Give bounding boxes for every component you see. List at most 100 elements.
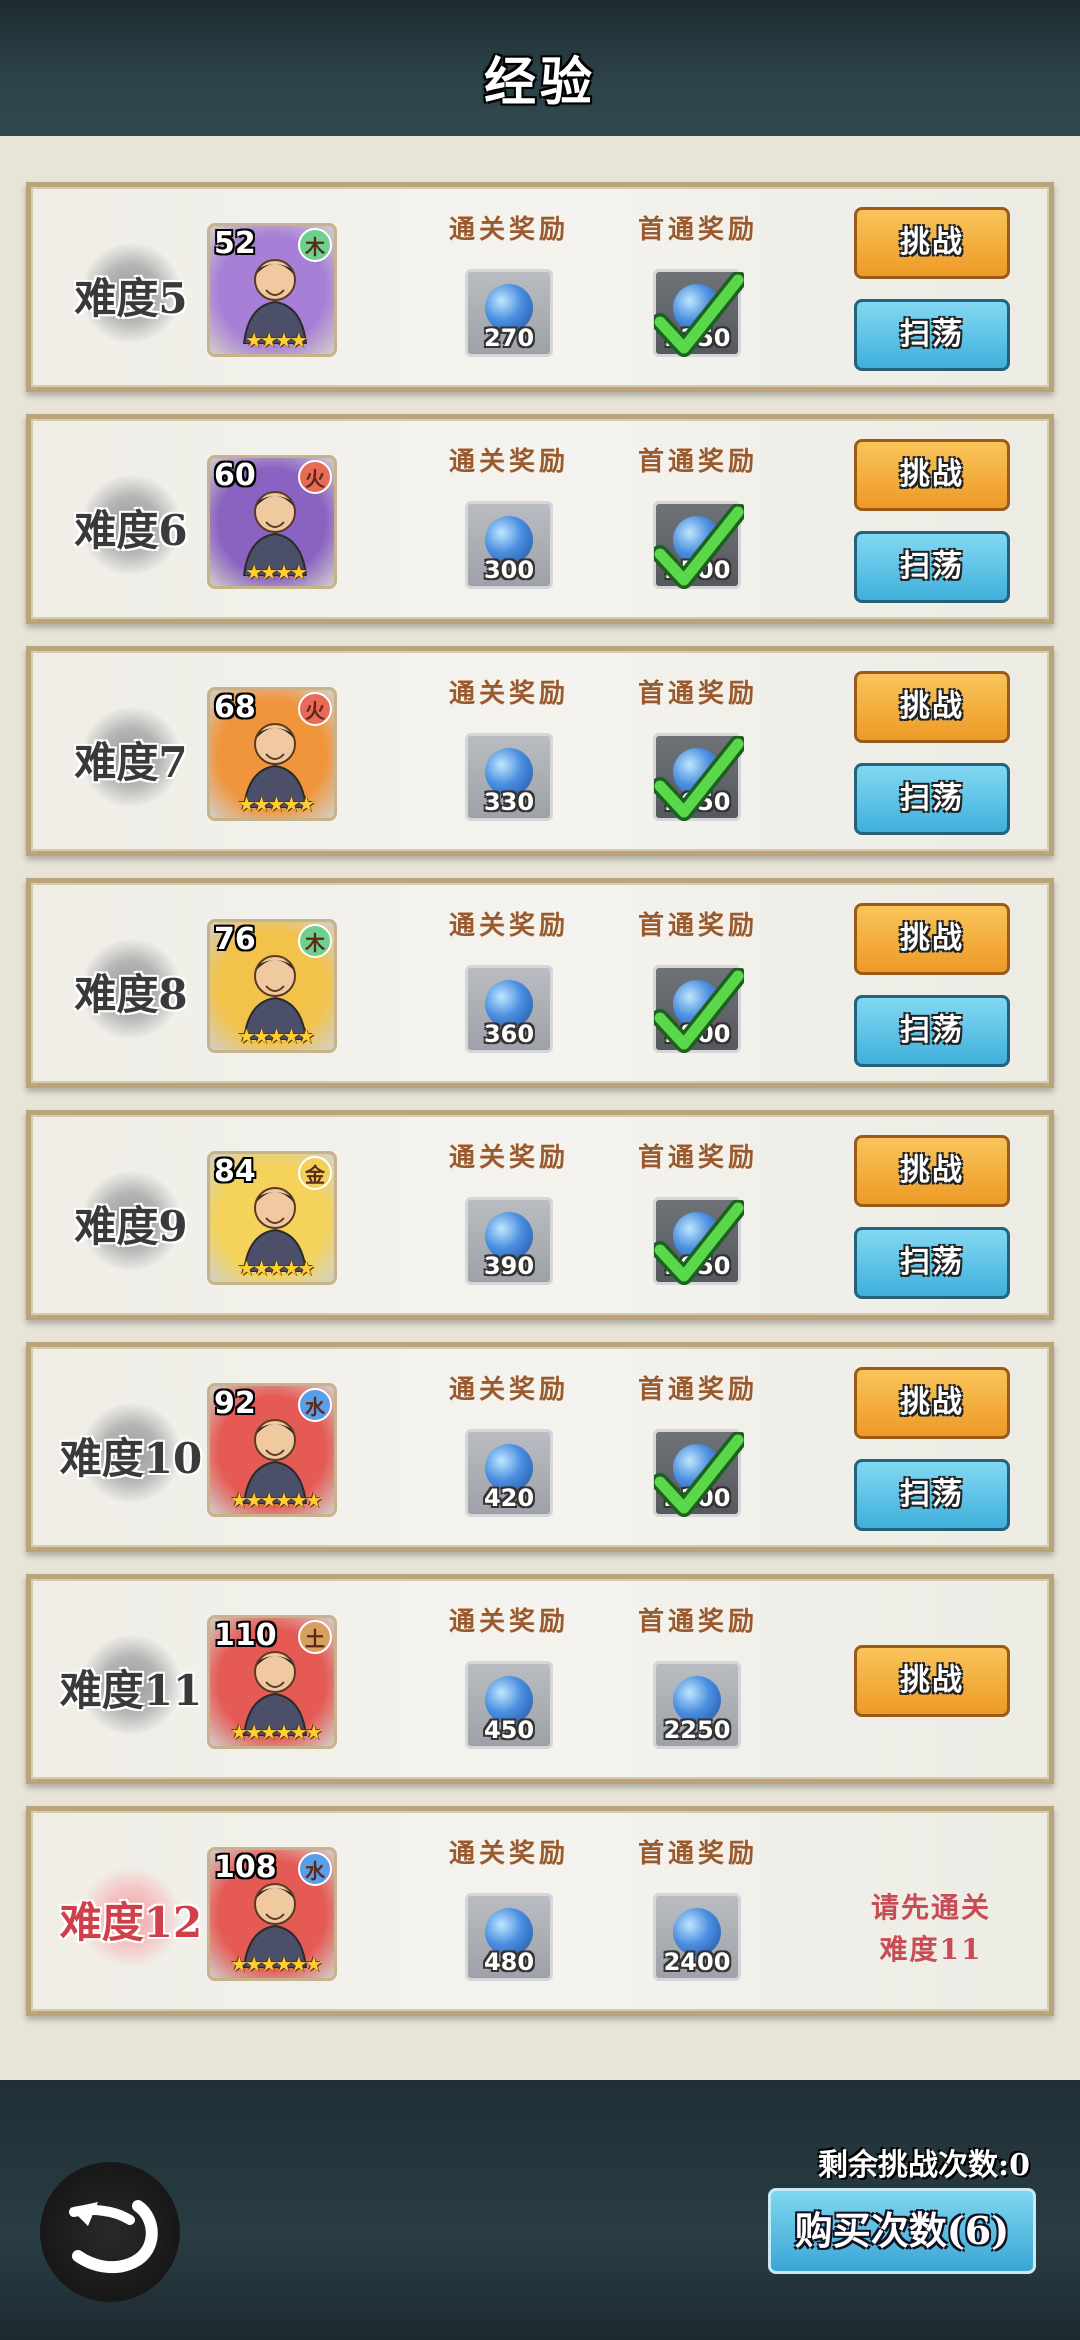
first-reward-item[interactable]: 1650 [653,733,744,821]
challenge-button[interactable]: 挑战 [854,1367,1010,1439]
difficulty-label: 难度10 [59,1434,203,1483]
element-icon: 木 [298,924,332,958]
element-icon: 水 [298,1852,332,1886]
difficulty-row: 难度12 108 水 ★★★★★★ 通关奖励 首通奖励 480 2400 请先通关 难度11 [26,1806,1054,2016]
element-icon: 土 [298,1620,332,1654]
star-rating: ★★★★ [245,328,308,352]
clear-reward-item[interactable]: 390 [465,1197,553,1285]
element-icon: 水 [298,1388,332,1422]
sweep-button[interactable]: 扫荡 [854,1459,1010,1531]
difficulty-badge: 难度9 [41,1171,221,1271]
claimed-check-icon [654,272,744,357]
hero-portrait[interactable]: 92 水 ★★★★★★ [207,1383,337,1517]
sweep-button[interactable]: 扫荡 [854,763,1010,835]
hero-level: 60 [214,458,256,493]
difficulty-label: 难度11 [59,1666,203,1715]
hero-level: 52 [214,226,256,261]
difficulty-badge: 难度7 [41,707,221,807]
star-rating: ★★★★★ [237,792,316,816]
clear-reward-item[interactable]: 270 [465,269,553,357]
hero-level: 108 [214,1850,277,1885]
difficulty-badge: 难度8 [41,939,221,1039]
back-arrow-icon [69,2200,158,2274]
star-rating: ★★★★★★ [230,1952,323,1976]
first-reward-amount: 2400 [663,1948,731,1976]
difficulty-row: 难度9 84 金 ★★★★★ 通关奖励 首通奖励 390 1950 挑战 扫荡 [26,1110,1054,1320]
hero-level: 110 [214,1618,277,1653]
difficulty-row: 难度8 76 木 ★★★★★ 通关奖励 首通奖励 360 1800 挑战扫荡 [26,878,1054,1088]
sweep-button[interactable]: 扫荡 [854,1227,1010,1299]
hero-portrait[interactable]: 52 木 ★★★★ [207,223,337,357]
clear-reward-label: 通关奖励 [448,447,569,477]
difficulty-badge: 难度12 [41,1867,221,1967]
hero-level: 76 [214,922,256,957]
clear-reward-label: 通关奖励 [448,679,569,709]
clear-reward-label: 通关奖励 [448,911,569,941]
star-rating: ★★★★★ [237,1024,316,1048]
first-reward-label: 首通奖励 [637,679,758,709]
hero-level: 92 [214,1386,256,1421]
first-reward-item[interactable]: 1800 [653,965,744,1053]
clear-reward-item[interactable]: 330 [465,733,553,821]
clear-reward-label: 通关奖励 [448,1839,569,1869]
difficulty-panel: 难度5 52 木 ★★★★ 通关奖励 首通奖励 270 1350 挑战 扫荡 难度6 60 火 ★★★★ 通… [0,136,1080,2080]
difficulty-badge: 难度5 [41,243,221,343]
hero-portrait[interactable]: 84 金 ★★★★★ [207,1151,337,1285]
hero-portrait[interactable]: 76 木 ★★★★★ [207,919,337,1053]
hero-level: 68 [214,690,256,725]
difficulty-badge: 难度6 [41,475,221,575]
challenge-button[interactable]: 挑战 [854,671,1010,743]
difficulty-label: 难度6 [74,506,188,555]
first-reward-item[interactable]: 2250 [653,1661,741,1749]
challenge-button[interactable]: 挑战 [854,903,1010,975]
element-icon: 火 [298,460,332,494]
clear-reward-amount: 270 [483,324,535,352]
difficulty-row: 难度7 68 火 ★★★★★ 通关奖励 首通奖励 330 1650 挑战扫荡 [26,646,1054,856]
back-button[interactable] [40,2162,180,2302]
difficulty-badge: 难度10 [41,1403,221,1503]
locked-hint-line-2: 难度11 [879,1933,983,1966]
star-rating: ★★★★★★ [230,1720,323,1744]
first-reward-label: 首通奖励 [637,1375,758,1405]
hero-portrait[interactable]: 68 火 ★★★★★ [207,687,337,821]
first-reward-item[interactable]: 1500 [653,501,744,589]
star-rating: ★★★★★ [237,1256,316,1280]
clear-reward-amount: 420 [483,1484,535,1512]
hero-portrait[interactable]: 108 水 ★★★★★★ [207,1847,337,1981]
sweep-button[interactable]: 扫荡 [854,531,1010,603]
first-reward-item[interactable]: 1350 [653,269,744,357]
clear-reward-amount: 300 [483,556,535,584]
difficulty-row: 难度6 60 火 ★★★★ 通关奖励 首通奖励 300 1500 挑战 扫荡 [26,414,1054,624]
first-reward-label: 首通奖励 [637,911,758,941]
difficulty-label: 难度12 [59,1898,203,1947]
first-reward-item[interactable]: 1950 [653,1197,744,1285]
sweep-button[interactable]: 扫荡 [854,995,1010,1067]
element-icon: 金 [298,1156,332,1190]
challenge-button[interactable]: 挑战 [854,1135,1010,1207]
clear-reward-item[interactable]: 420 [465,1429,553,1517]
clear-reward-label: 通关奖励 [448,1607,569,1637]
difficulty-label: 难度5 [74,274,188,323]
hero-portrait[interactable]: 110 土 ★★★★★★ [207,1615,337,1749]
buy-attempts-button[interactable]: 购买次数(6) [768,2188,1036,2274]
clear-reward-amount: 390 [483,1252,535,1280]
challenge-button[interactable]: 挑战 [854,1645,1010,1717]
difficulty-row: 难度10 92 水 ★★★★★★ 通关奖励 首通奖励 420 2100 挑战 扫荡 [26,1342,1054,1552]
difficulty-label: 难度9 [74,1202,188,1251]
clear-reward-item[interactable]: 360 [465,965,553,1053]
first-reward-item[interactable]: 2400 [653,1893,741,1981]
bottom-bar: 剩余挑战次数:0 购买次数(6) [0,2080,1080,2340]
claimed-check-icon [654,1432,744,1517]
challenge-button[interactable]: 挑战 [854,207,1010,279]
difficulty-badge: 难度11 [41,1635,221,1735]
sweep-button[interactable]: 扫荡 [854,299,1010,371]
clear-reward-item[interactable]: 300 [465,501,553,589]
challenge-button[interactable]: 挑战 [854,439,1010,511]
clear-reward-item[interactable]: 450 [465,1661,553,1749]
first-reward-label: 首通奖励 [637,1143,758,1173]
difficulty-label: 难度8 [74,970,188,1019]
first-reward-item[interactable]: 2100 [653,1429,744,1517]
hero-portrait[interactable]: 60 火 ★★★★ [207,455,337,589]
clear-reward-label: 通关奖励 [448,1375,569,1405]
clear-reward-item[interactable]: 480 [465,1893,553,1981]
